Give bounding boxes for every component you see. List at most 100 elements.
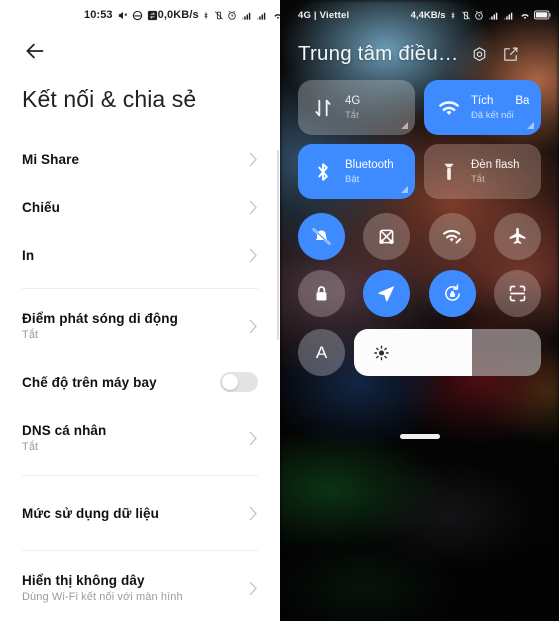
bluetooth-icon	[449, 10, 457, 21]
list-item-wireless-display[interactable]: Hiển thị không dây Dùng Wi-Fi kết nối vớ…	[0, 560, 280, 616]
status-bar-right: 4G | Viettel 4,4KB/s	[280, 0, 559, 30]
list-item-subtitle: Tắt	[22, 441, 39, 453]
toggle-knob	[222, 374, 238, 390]
tile-flashlight[interactable]: Đèn flash Tắt	[424, 144, 541, 199]
toggle-scanner[interactable]	[493, 270, 541, 317]
airplane-mode-toggle[interactable]	[220, 372, 258, 392]
signal-sim2-icon	[256, 10, 268, 21]
list-item-title: Chế độ trên máy bay	[22, 374, 157, 390]
no-vibrate-icon	[461, 10, 471, 21]
brightness-row: A	[280, 317, 559, 376]
toggle-rotation-lock[interactable]	[428, 270, 476, 317]
expand-corner-icon[interactable]	[401, 186, 408, 193]
alarm-icon	[474, 10, 484, 21]
list-item-title: Chiếu	[22, 199, 61, 215]
settings-panel: 10:53 0,0KB/s Kết nối & chia sẻ Mi Share…	[0, 0, 280, 621]
chevron-right-icon	[249, 506, 258, 521]
page-title: Kết nối & chia sẻ	[22, 86, 197, 112]
auto-brightness-label: A	[315, 342, 328, 362]
battery-icon	[534, 10, 551, 20]
tile-mobile-data[interactable]: 4G Tắt	[298, 80, 415, 135]
auto-brightness-button[interactable]: A	[298, 329, 345, 376]
back-button[interactable]	[0, 30, 280, 72]
wifi-icon	[272, 10, 280, 21]
lock-icon	[311, 283, 332, 304]
control-center-panel: 4G | Viettel 4,4KB/s Trung tâm điều… 4G …	[280, 0, 559, 621]
control-center-title: Trung tâm điều…	[298, 42, 459, 65]
list-item-title: In	[22, 247, 35, 263]
dnd-circle-icon	[132, 10, 143, 21]
toggle-location[interactable]	[363, 270, 411, 317]
back-arrow-icon[interactable]	[22, 38, 48, 64]
chevron-right-icon	[249, 319, 258, 334]
signal-sim1-icon	[241, 10, 253, 21]
quick-settings-tiles: 4G Tắt Tích Ba Đã kết nối Bluetooth Bật …	[280, 66, 559, 199]
chevron-right-icon	[249, 152, 258, 167]
tile-label: Bluetooth	[345, 158, 394, 171]
quick-toggle-circles	[280, 199, 559, 317]
tile-label: Đèn flash	[471, 158, 520, 171]
expand-corner-icon[interactable]	[401, 122, 408, 129]
list-item-mi-share[interactable]: Mi Share	[0, 135, 280, 183]
tile-label-2: Ba	[515, 94, 530, 107]
scan-icon	[507, 283, 528, 304]
mobile-data-icon	[312, 97, 334, 119]
toggle-airplane-mode[interactable]	[493, 213, 541, 260]
tile-label: 4G	[345, 94, 361, 107]
chevron-right-icon	[249, 248, 258, 263]
tile-state: Bật	[345, 173, 360, 185]
list-item-hotspot[interactable]: Điểm phát sóng di động Tắt	[0, 298, 280, 354]
expand-corner-icon[interactable]	[527, 122, 534, 129]
settings-list: Mi Share Chiếu In Điểm phát sóng di động…	[0, 135, 280, 621]
tile-bluetooth[interactable]: Bluetooth Bật	[298, 144, 415, 199]
screenshot-icon	[376, 226, 397, 247]
list-item-data-usage[interactable]: Mức sử dụng dữ liệu	[0, 485, 280, 541]
scrollbar[interactable]	[277, 150, 279, 340]
toggle-lock[interactable]	[298, 270, 345, 317]
wifi-edit-icon	[442, 226, 463, 247]
list-item-airplane-mode[interactable]: Chế độ trên máy bay	[0, 354, 280, 410]
edit-icon[interactable]	[502, 46, 519, 63]
bluetooth-icon	[202, 10, 210, 21]
chevron-right-icon	[249, 581, 258, 596]
list-item-cast[interactable]: Chiếu	[0, 183, 280, 231]
list-item-subtitle: Dùng Wi-Fi kết nối với màn hình	[22, 591, 183, 603]
list-item-title: Mức sử dụng dữ liệu	[22, 505, 159, 521]
alarm-icon	[227, 10, 237, 21]
mute-icon	[117, 10, 128, 21]
tile-state: Đã kết nối	[471, 109, 514, 121]
status-bar-left: 10:53 0,0KB/s	[0, 0, 280, 30]
sun-icon	[373, 344, 390, 361]
airplane-icon	[507, 226, 528, 247]
tile-wifi[interactable]: Tích Ba Đã kết nối	[424, 80, 541, 135]
data-rate-left: 0,0KB/s	[157, 9, 199, 21]
chevron-right-icon	[249, 200, 258, 215]
brightness-slider[interactable]	[354, 329, 541, 376]
wifi-icon	[438, 97, 460, 119]
list-item-title: DNS cá nhân	[22, 423, 107, 438]
tile-label: Tích	[471, 94, 494, 107]
toggle-silent-mode[interactable]	[298, 213, 345, 260]
chevron-right-icon	[249, 431, 258, 446]
list-item-title: Hiển thị không dây	[22, 573, 145, 588]
signal-sim2-icon	[503, 10, 515, 21]
divider	[22, 475, 258, 476]
no-vibrate-icon	[214, 10, 224, 21]
list-item-print[interactable]: In	[0, 231, 280, 279]
bluetooth-icon	[312, 161, 334, 183]
toggle-screenshot[interactable]	[363, 213, 411, 260]
location-arrow-icon	[376, 283, 397, 304]
divider	[22, 288, 258, 289]
list-item-private-dns[interactable]: DNS cá nhân Tắt	[0, 410, 280, 466]
home-indicator[interactable]	[399, 434, 440, 439]
gear-icon[interactable]	[471, 46, 488, 63]
toggle-hotspot[interactable]	[428, 213, 476, 260]
list-item-title: Mi Share	[22, 151, 80, 167]
flashlight-icon	[438, 161, 460, 183]
mute-bell-icon	[311, 226, 332, 247]
control-center-header: Trung tâm điều…	[280, 30, 559, 66]
sync-square-icon	[147, 10, 158, 21]
status-time: 10:53	[84, 9, 113, 21]
rotate-lock-icon	[442, 283, 463, 304]
divider	[22, 550, 258, 551]
